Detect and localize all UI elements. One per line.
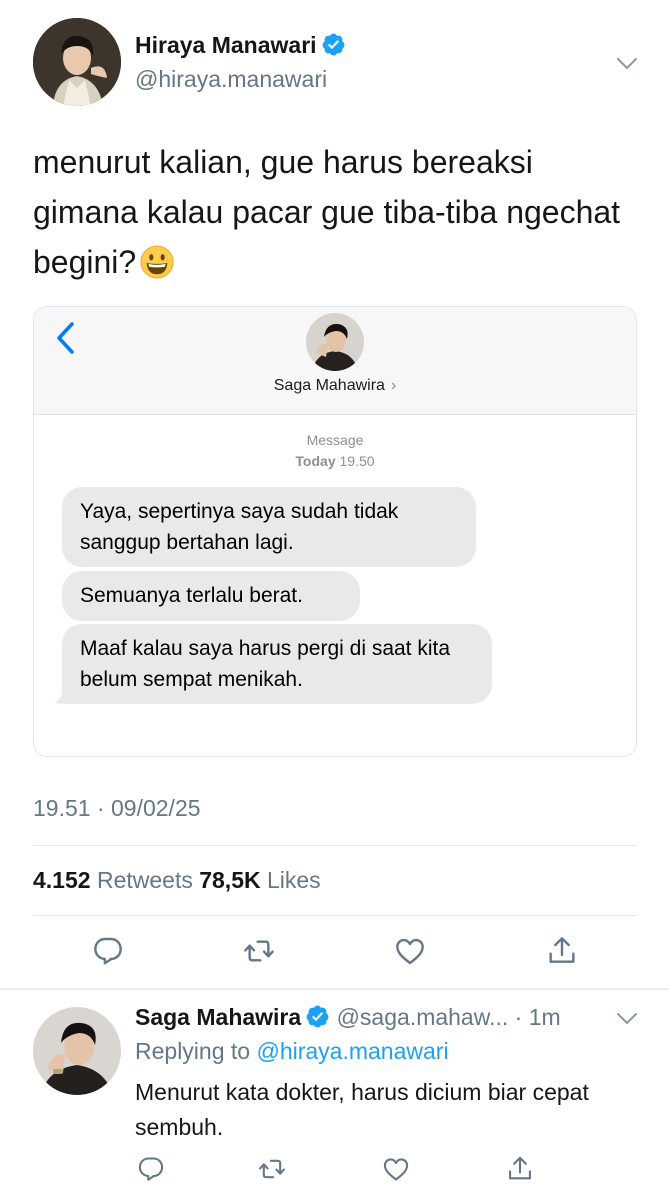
share-icon[interactable] (506, 1155, 534, 1183)
author-handle[interactable]: @hiraya.manawari (135, 66, 327, 93)
divider (33, 915, 637, 916)
message-bubble: Yaya, sepertinya saya sudah tidak sanggu… (62, 487, 476, 567)
like-icon[interactable] (382, 1155, 410, 1183)
reply-icon[interactable] (137, 1155, 165, 1183)
retweet-count[interactable]: 4.152 (33, 867, 91, 893)
grinning-face-emoji-icon (140, 245, 174, 279)
author-name[interactable]: Hiraya Manawari (135, 32, 346, 59)
divider (33, 845, 637, 846)
replying-to-label: Replying to (135, 1038, 251, 1064)
replying-to: Replying to @hiraya.manawari (135, 1038, 449, 1065)
contact-name[interactable]: Saga Mahawira › (34, 377, 636, 395)
reply-age[interactable]: 1m (529, 1004, 561, 1030)
verified-badge-icon (305, 1004, 330, 1029)
contact-chevron-icon: › (390, 377, 397, 394)
message-bubble: Maaf kalau saya harus pergi di saat kita… (62, 624, 492, 704)
tweet-text: menurut kalian, gue harus bereaksi giman… (33, 144, 621, 280)
reply-author-name[interactable]: Saga Mahawira (135, 1004, 301, 1030)
chevron-down-icon[interactable] (616, 57, 638, 71)
message-time: Today 19.50 (295, 453, 375, 469)
reply-author-avatar[interactable] (33, 1007, 121, 1095)
back-chevron-icon[interactable] (54, 321, 76, 355)
tweet-timestamp[interactable]: 19.51 · 09/02/25 (33, 795, 201, 822)
reply-text: Menurut kata dokter, harus dicium biar c… (135, 1079, 589, 1140)
like-count[interactable]: 78,5K (199, 867, 260, 893)
tweet-stats: 4.152 Retweets 78,5K Likes (33, 867, 321, 894)
divider (0, 988, 669, 990)
contact-avatar[interactable] (306, 313, 364, 371)
service-label: Message (306, 432, 364, 448)
verified-badge-icon (321, 32, 346, 57)
retweet-icon[interactable] (258, 1155, 286, 1183)
separator-dot: · (508, 1004, 529, 1030)
reply-author-handle[interactable]: @saga.mahaw... (337, 1004, 509, 1030)
reply-icon[interactable] (92, 935, 124, 967)
replying-to-user-link[interactable]: @hiraya.manawari (256, 1038, 448, 1064)
share-icon[interactable] (546, 935, 578, 967)
author-avatar[interactable] (33, 18, 121, 106)
retweet-label[interactable]: Retweets (97, 867, 193, 893)
reply-header: Saga Mahawira @saga.mahaw... · 1m (135, 1004, 615, 1031)
like-icon[interactable] (394, 935, 426, 967)
message-bubble: Semuanya terlalu berat. (62, 571, 360, 621)
chat-header: Saga Mahawira › (34, 307, 636, 415)
chevron-down-icon[interactable] (616, 1012, 638, 1026)
embedded-chat-screenshot[interactable]: Saga Mahawira › Message Today 19.50 Yaya,… (33, 306, 637, 757)
retweet-icon[interactable] (243, 935, 275, 967)
like-label[interactable]: Likes (267, 867, 321, 893)
